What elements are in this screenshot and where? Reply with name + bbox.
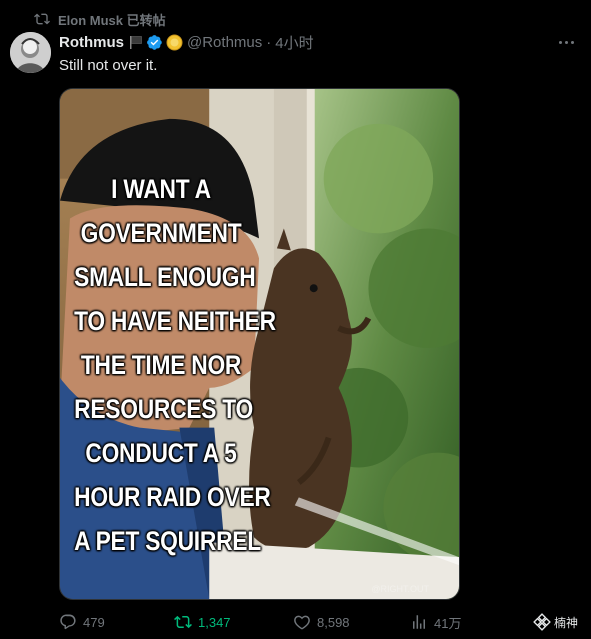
caption-line: TO HAVE NEITHER — [74, 306, 276, 336]
reply-icon — [60, 614, 76, 630]
tweet-media-image[interactable]: I WANT A GOVERNMENT SMALL ENOUGH TO HAVE… — [59, 88, 460, 600]
repost-button[interactable]: 1,347 — [174, 611, 231, 633]
like-button[interactable]: 8,598 — [293, 611, 350, 633]
dot-separator: · — [266, 33, 272, 51]
flag-icon — [129, 35, 143, 50]
reply-button[interactable]: 479 — [59, 611, 105, 633]
like-count: 8,598 — [317, 614, 350, 630]
caption-line: I WANT A — [111, 174, 211, 204]
caption-line: CONDUCT A 5 — [85, 438, 237, 468]
tweet-header: Rothmus @Rothmus · 4小时 — [59, 32, 314, 52]
caption-line: A PET SQUIRREL — [74, 526, 261, 556]
repost-label: Elon Musk 已转帖 — [58, 12, 166, 28]
meme-caption: I WANT A GOVERNMENT SMALL ENOUGH TO HAVE… — [60, 167, 276, 563]
share-label: 楠神 — [554, 615, 579, 630]
views-count: 41万 — [434, 615, 462, 631]
caption-line: RESOURCES TO — [74, 394, 253, 424]
more-options-icon[interactable] — [555, 34, 577, 50]
share-watermark: 楠神 — [533, 611, 578, 633]
affiliate-badge-icon[interactable] — [166, 34, 183, 51]
caption-line: HOUR RAID OVER — [74, 482, 271, 512]
repost-indicator[interactable]: Elon Musk 已转帖 — [34, 9, 166, 29]
author-name[interactable]: Rothmus — [59, 34, 124, 51]
author-handle[interactable]: @Rothmus — [187, 34, 262, 51]
binance-logo-icon — [533, 613, 551, 631]
image-watermark: @RIGHT.OUT — [371, 584, 429, 594]
repost-icon — [34, 13, 50, 25]
timestamp[interactable]: 4小时 — [275, 32, 313, 53]
views-chart-icon — [413, 615, 425, 629]
caption-line: SMALL ENOUGH — [74, 262, 256, 292]
tweet-text: Still not over it. — [59, 57, 158, 74]
caption-line: GOVERNMENT — [80, 218, 242, 248]
caption-line: THE TIME NOR — [80, 350, 242, 380]
reply-count: 479 — [83, 614, 105, 630]
views-button[interactable]: 41万 — [410, 611, 461, 633]
repost-icon — [174, 615, 192, 629]
repost-count: 1,347 — [198, 614, 231, 630]
verified-badge-icon[interactable] — [146, 34, 163, 51]
heart-icon — [294, 615, 310, 630]
avatar[interactable] — [10, 32, 51, 73]
tweet-actions: 479 1,347 8,598 41万 楠神 — [59, 611, 591, 633]
